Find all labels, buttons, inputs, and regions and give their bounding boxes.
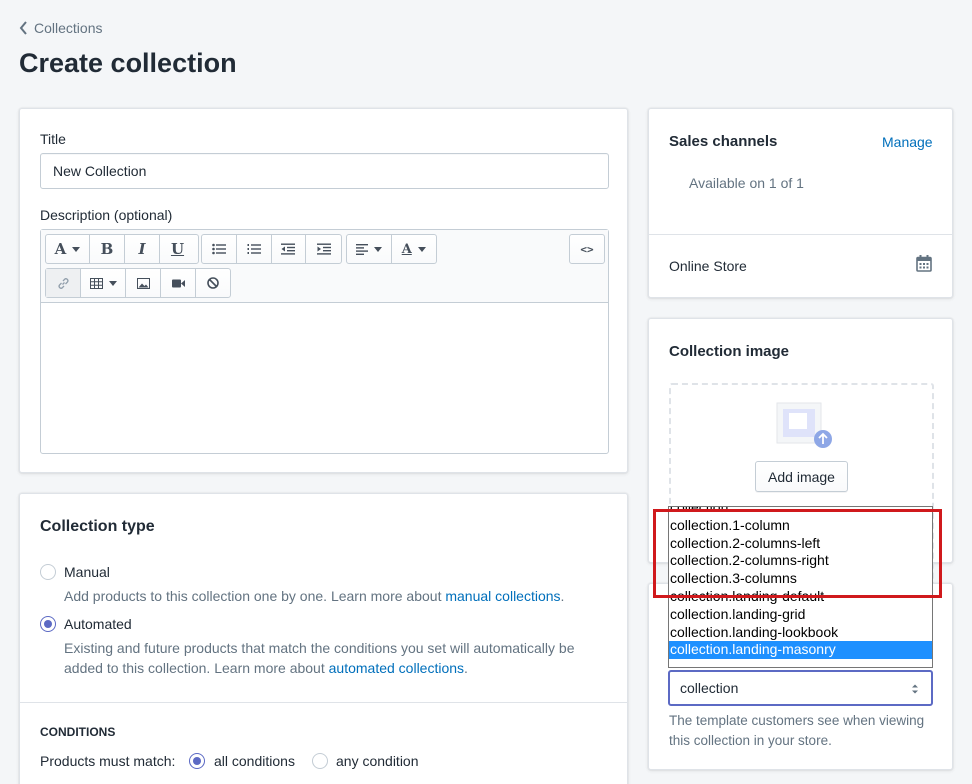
sales-channels-card: Sales channels Manage Available on 1 of …: [648, 108, 953, 298]
title-label: Title: [40, 131, 66, 147]
breadcrumb-back-link[interactable]: Collections: [19, 20, 102, 36]
chevron-down-icon: [108, 280, 117, 286]
text-color-button[interactable]: A: [392, 235, 437, 263]
html-toggle-button[interactable]: <>: [570, 235, 604, 263]
link-icon: [57, 277, 69, 289]
align-button[interactable]: [347, 235, 392, 263]
automated-help-suffix: .: [464, 660, 468, 676]
template-option-highlighted[interactable]: collection.landing-masonry: [669, 641, 932, 660]
template-option[interactable]: collection.2-columns-left: [669, 535, 932, 553]
availability-text: Available on 1 of 1: [689, 175, 804, 191]
insert-group: [45, 268, 231, 298]
collection-image-heading: Collection image: [669, 343, 790, 360]
chevron-down-icon: [72, 246, 81, 252]
text-color-icon: A: [401, 241, 412, 257]
calendar-icon[interactable]: [916, 255, 932, 272]
align-left-icon: [355, 243, 368, 255]
automated-collections-link[interactable]: automated collections: [329, 660, 464, 676]
indent-icon: [316, 243, 331, 255]
underline-button[interactable]: U: [160, 235, 195, 263]
chevron-down-icon: [417, 246, 426, 252]
template-option[interactable]: collection.3-columns: [669, 570, 932, 588]
any-condition-label[interactable]: any condition: [336, 753, 419, 769]
clear-format-button[interactable]: [196, 269, 230, 297]
template-option[interactable]: collection.1-column: [669, 517, 932, 535]
html-toggle-group: <>: [569, 234, 605, 264]
template-option[interactable]: collection.landing-default: [669, 588, 932, 606]
indent-button[interactable]: [306, 235, 341, 263]
outdent-button[interactable]: [272, 235, 307, 263]
insert-video-button[interactable]: [161, 269, 196, 297]
clear-format-icon: [207, 277, 219, 289]
breadcrumb-label: Collections: [34, 20, 103, 36]
automated-help-text: added to this collection. Learn more abo…: [64, 660, 329, 676]
bold-button[interactable]: B: [90, 235, 125, 263]
match-label: Products must match:: [40, 753, 176, 769]
any-condition-radio[interactable]: [312, 753, 328, 769]
template-help-line1: The template customers see when viewing: [669, 713, 925, 728]
automated-help-line2: added to this collection. Learn more abo…: [64, 658, 468, 678]
collection-type-heading: Collection type: [40, 518, 155, 535]
template-select[interactable]: collection: [668, 670, 933, 706]
font-style-button[interactable]: A: [46, 235, 90, 263]
manual-help: Add products to this collection one by o…: [64, 586, 564, 606]
image-upload-icon: [776, 402, 832, 448]
table-button[interactable]: [81, 269, 126, 297]
template-option[interactable]: collection.landing-lookbook: [669, 624, 932, 642]
template-options-list: collection collection.1-column collectio…: [668, 506, 933, 668]
link-button[interactable]: [46, 269, 81, 297]
outdent-icon: [281, 243, 296, 255]
underline-icon: U: [170, 240, 185, 258]
description-editor: A B I U A <>: [40, 229, 609, 454]
align-color-group: A: [346, 234, 437, 264]
bullet-list-button[interactable]: [202, 235, 237, 263]
list-group: [201, 234, 342, 264]
collection-type-card: Collection type Manual Add products to t…: [19, 493, 628, 784]
add-image-button[interactable]: Add image: [755, 461, 848, 492]
page-title: Create collection: [19, 48, 237, 78]
conditions-heading: CONDITIONS: [40, 725, 116, 739]
table-icon: [89, 277, 103, 289]
template-option[interactable]: collection.2-columns-right: [669, 552, 932, 570]
title-input[interactable]: New Collection: [40, 153, 609, 189]
automated-help-line1: Existing and future products that match …: [64, 640, 575, 656]
manage-link[interactable]: Manage: [882, 134, 933, 150]
editor-toolbar: A B I U A <>: [41, 230, 608, 303]
online-store-label: Online Store: [669, 258, 747, 274]
title-description-card: Title New Collection Description (option…: [19, 108, 628, 473]
template-option[interactable]: collection.landing-grid: [669, 606, 932, 624]
font-style-icon: A: [54, 240, 67, 258]
section-divider: [20, 702, 627, 703]
chevron-down-icon: [373, 246, 382, 252]
description-text-area[interactable]: [41, 303, 608, 453]
automated-label[interactable]: Automated: [64, 616, 132, 632]
select-arrows-icon: [912, 684, 918, 694]
all-conditions-label[interactable]: all conditions: [214, 753, 295, 769]
italic-button[interactable]: I: [125, 235, 160, 263]
bullet-list-icon: [212, 243, 226, 255]
italic-icon: I: [138, 240, 146, 258]
chevron-left-icon: [19, 21, 27, 35]
manual-label[interactable]: Manual: [64, 564, 110, 580]
numbered-list-button[interactable]: [237, 235, 272, 263]
section-divider: [649, 234, 952, 235]
manual-radio[interactable]: [40, 564, 56, 580]
insert-image-button[interactable]: [126, 269, 161, 297]
template-option[interactable]: collection: [669, 507, 932, 517]
manual-help-suffix: .: [560, 588, 565, 604]
video-icon: [171, 279, 185, 287]
template-help-line2: this collection in your store.: [669, 733, 832, 748]
sales-channels-heading: Sales channels: [669, 133, 778, 150]
image-icon: [136, 277, 150, 289]
all-conditions-radio[interactable]: [189, 753, 205, 769]
manual-collections-link[interactable]: manual collections: [445, 588, 560, 604]
numbered-list-icon: [247, 244, 261, 254]
automated-radio[interactable]: [40, 616, 56, 632]
template-select-value: collection: [680, 680, 739, 696]
manual-help-text: Add products to this collection one by o…: [64, 588, 446, 604]
bold-icon: B: [100, 240, 114, 258]
text-style-group: A B I U: [45, 234, 199, 264]
description-label: Description (optional): [40, 207, 173, 223]
